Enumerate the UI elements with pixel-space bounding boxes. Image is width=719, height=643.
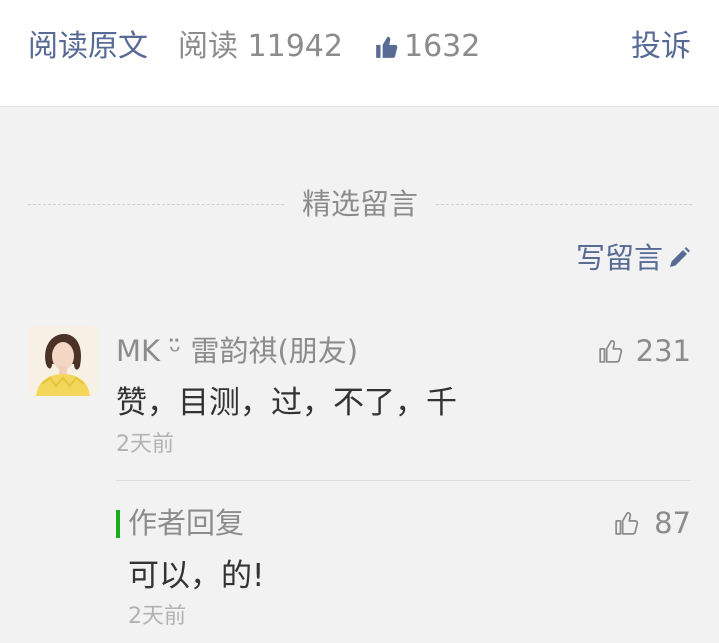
pencil-icon [670, 247, 690, 267]
avatar[interactable] [28, 326, 98, 396]
thumbs-up-filled-icon [376, 36, 398, 58]
comment-reply-divider [116, 480, 691, 481]
author-reply-label: 作者回复 [128, 506, 245, 540]
reply-like-count: 87 [654, 506, 691, 540]
selected-comments-title: 精选留言 [302, 187, 419, 221]
comment-nickname[interactable]: MK ᵕ̈ 雷韵祺(朋友) [116, 332, 358, 370]
write-comment-button[interactable]: 写留言 [576, 238, 691, 278]
reply-text: 可以，的! [128, 558, 265, 594]
divider-left [28, 203, 284, 205]
divider-right [436, 203, 693, 205]
read-original-link[interactable]: 阅读原文 [28, 27, 148, 67]
read-count: 阅读 11942 [178, 29, 343, 64]
write-comment-label: 写留言 [575, 241, 663, 275]
report-link[interactable]: 投诉 [631, 27, 691, 67]
comment-time: 2天前 [116, 432, 174, 457]
reply-like-button[interactable]: 87 [614, 504, 691, 542]
article-footer-bar: 阅读原文 阅读 11942 1632 投诉 [0, 0, 719, 107]
article-like-count: 1632 [404, 29, 481, 64]
reply-indicator-bar [116, 510, 120, 538]
article-like-button[interactable]: 1632 [374, 27, 480, 67]
comment-like-button[interactable]: 231 [598, 332, 691, 370]
thumbs-up-outline-icon [598, 339, 622, 363]
avatar-image [28, 326, 98, 396]
selected-comments-header: 精选留言 [28, 182, 693, 226]
comment-like-count: 231 [635, 334, 691, 368]
thumbs-up-outline-icon [615, 511, 639, 535]
comment-text: 赞，目测，过，不了，千 [116, 385, 457, 421]
reply-time: 2天前 [128, 604, 186, 629]
